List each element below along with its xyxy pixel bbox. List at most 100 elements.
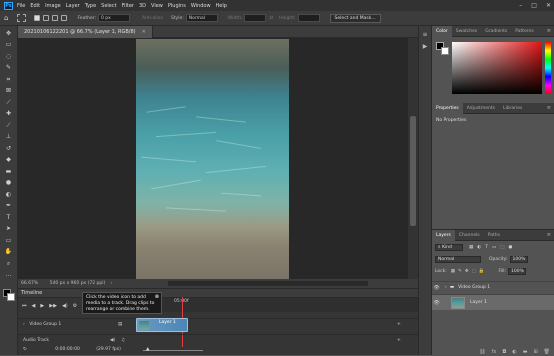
menu-file[interactable]: File <box>17 3 25 9</box>
tab-layers[interactable]: Layers <box>432 229 455 241</box>
menu-layer[interactable]: Layer <box>66 3 80 9</box>
hand-tool-icon[interactable]: ✋ <box>4 248 13 256</box>
eyedropper-tool-icon[interactable]: ⟋ <box>4 99 13 107</box>
history-panel-icon[interactable]: ≡ <box>421 31 429 38</box>
width-input[interactable] <box>244 14 267 22</box>
brush-tool-icon[interactable]: ⟋ <box>4 122 13 130</box>
background-color-swatch[interactable] <box>7 293 15 301</box>
zoom-slider[interactable] <box>143 350 203 351</box>
add-selection-icon[interactable] <box>43 15 50 21</box>
rectangle-tool-icon[interactable]: ▭ <box>4 237 13 245</box>
canvas-horizontal-scrollbar[interactable] <box>168 281 368 286</box>
path-selection-tool-icon[interactable]: ➤ <box>4 225 13 233</box>
close-icon[interactable]: ✕ <box>546 2 551 9</box>
filter-type-icon[interactable]: T <box>485 245 488 250</box>
filter-shape-icon[interactable]: ▭ <box>492 245 496 250</box>
intersect-selection-icon[interactable] <box>61 15 68 21</box>
lasso-tool-icon[interactable]: ◌ <box>4 53 13 61</box>
tab-patterns[interactable]: Patterns <box>511 26 538 37</box>
tab-color[interactable]: Color <box>432 25 452 37</box>
filter-adjustment-icon[interactable]: ◐ <box>477 245 481 250</box>
lock-artboard-icon[interactable]: ⬚ <box>472 269 476 274</box>
lock-position-icon[interactable]: ✥ <box>465 269 469 274</box>
home-icon[interactable]: ⌂ <box>4 14 8 22</box>
settings-icon[interactable]: ⚙ <box>73 303 77 309</box>
menu-3d[interactable]: 3D <box>139 3 146 9</box>
menu-window[interactable]: Window <box>191 3 211 9</box>
color-panel-menu-icon[interactable]: ≡ <box>547 26 551 37</box>
expand-group-icon[interactable]: › <box>445 285 447 290</box>
canvas-area[interactable] <box>18 38 418 280</box>
menu-edit[interactable]: Edit <box>30 3 40 9</box>
scrollbar-thumb[interactable] <box>410 116 416 226</box>
layer-row-layer1[interactable]: 👁 Layer 1 <box>432 294 554 310</box>
filter-toggle-icon[interactable]: ● <box>508 245 512 250</box>
tab-adjustments[interactable]: Adjustments <box>463 103 499 114</box>
layer-row-group[interactable]: 👁 › ▬ Video Group 1 <box>432 281 554 293</box>
tab-properties[interactable]: Properties <box>432 102 463 114</box>
menu-image[interactable]: Image <box>45 3 61 9</box>
filter-pixel-icon[interactable]: ▦ <box>469 245 473 250</box>
document-tab[interactable]: 20210106122201 @ 66.7% (Layer 1, RGB/8) ✕ <box>18 26 153 38</box>
zoom-level[interactable]: 66.67% <box>21 281 38 286</box>
antialias-checkbox[interactable]: Anti-alias <box>142 16 163 21</box>
properties-panel-menu-icon[interactable]: ≡ <box>547 103 551 114</box>
dodge-tool-icon[interactable]: ◐ <box>4 191 13 199</box>
color-panel-swatches[interactable] <box>436 42 450 56</box>
close-tab-icon[interactable]: ✕ <box>142 29 146 35</box>
artboard-tool-icon[interactable]: ▭ <box>4 41 13 49</box>
menu-type[interactable]: Type <box>85 3 96 9</box>
photoshop-logo[interactable]: Ps <box>4 1 13 10</box>
audio-icon[interactable]: ◀) <box>62 303 68 309</box>
timeline-ruler[interactable]: 05:00f <box>136 298 418 312</box>
pen-tool-icon[interactable]: ✒ <box>4 202 13 210</box>
tab-gradients[interactable]: Gradients <box>481 26 511 37</box>
blur-tool-icon[interactable]: ● <box>4 179 13 187</box>
swap-dimensions-icon[interactable]: ⇄ <box>269 16 273 21</box>
saturation-brightness-field[interactable] <box>452 42 542 94</box>
tab-channels[interactable]: Channels <box>455 230 484 241</box>
opacity-input[interactable]: 100% <box>509 256 528 263</box>
quick-select-tool-icon[interactable]: ✎ <box>4 64 13 72</box>
more-tools-icon[interactable]: … <box>4 271 13 279</box>
feather-input[interactable]: 0 px <box>98 14 130 22</box>
layers-panel-menu-icon[interactable]: ≡ <box>547 230 551 241</box>
visibility-eye-icon[interactable]: 👁 <box>432 300 441 306</box>
filter-kind-select[interactable]: ⌕ Kind <box>435 244 463 251</box>
previous-frame-icon[interactable]: ◀ <box>32 303 36 309</box>
video-group-track[interactable]: › Video Group 1 ▤ + <box>18 318 418 330</box>
fill-input[interactable]: 100% <box>508 268 527 275</box>
lock-paint-icon[interactable]: ✎ <box>458 269 462 274</box>
minimize-icon[interactable]: – <box>519 2 522 9</box>
history-brush-tool-icon[interactable]: ↺ <box>4 145 13 153</box>
gradient-tool-icon[interactable]: ▬ <box>4 168 13 176</box>
blend-mode-select[interactable]: Normal <box>435 256 481 263</box>
height-input[interactable] <box>297 14 320 22</box>
tab-swatches[interactable]: Swatches <box>452 26 482 37</box>
actions-panel-icon[interactable]: ▶ <box>421 43 429 50</box>
select-and-mask-button[interactable]: Select and Mask... <box>329 13 381 23</box>
status-arrow-icon[interactable]: › <box>111 281 113 286</box>
lock-all-icon[interactable]: 🔒 <box>479 269 485 274</box>
visibility-eye-icon[interactable]: 👁 <box>432 285 441 291</box>
menu-select[interactable]: Select <box>101 3 116 9</box>
subtract-selection-icon[interactable] <box>52 15 59 21</box>
close-tooltip-icon[interactable]: ⊗ <box>155 294 159 300</box>
zoom-tool-icon[interactable]: ⌕ <box>4 260 13 268</box>
next-frame-icon[interactable]: ▶▶ <box>49 303 57 309</box>
marquee-tool-icon[interactable] <box>17 14 27 22</box>
maximize-icon[interactable]: □ <box>531 2 537 9</box>
tab-paths[interactable]: Paths <box>484 230 504 241</box>
document-image[interactable] <box>136 39 289 280</box>
filter-smart-icon[interactable]: ⬚ <box>500 245 504 250</box>
move-tool-icon[interactable]: ✥ <box>4 30 13 38</box>
lock-pixels-icon[interactable]: ▦ <box>451 269 455 274</box>
add-track-icon[interactable]: + <box>397 319 401 331</box>
timeline-clip[interactable]: Layer 1 <box>136 318 188 332</box>
style-select[interactable]: Normal <box>185 14 218 22</box>
background-color-chip[interactable] <box>441 47 449 55</box>
clone-stamp-tool-icon[interactable]: ⊥ <box>4 133 13 141</box>
hue-slider[interactable] <box>545 42 551 94</box>
menu-filter[interactable]: Filter <box>122 3 134 9</box>
eraser-tool-icon[interactable]: ◆ <box>4 156 13 164</box>
